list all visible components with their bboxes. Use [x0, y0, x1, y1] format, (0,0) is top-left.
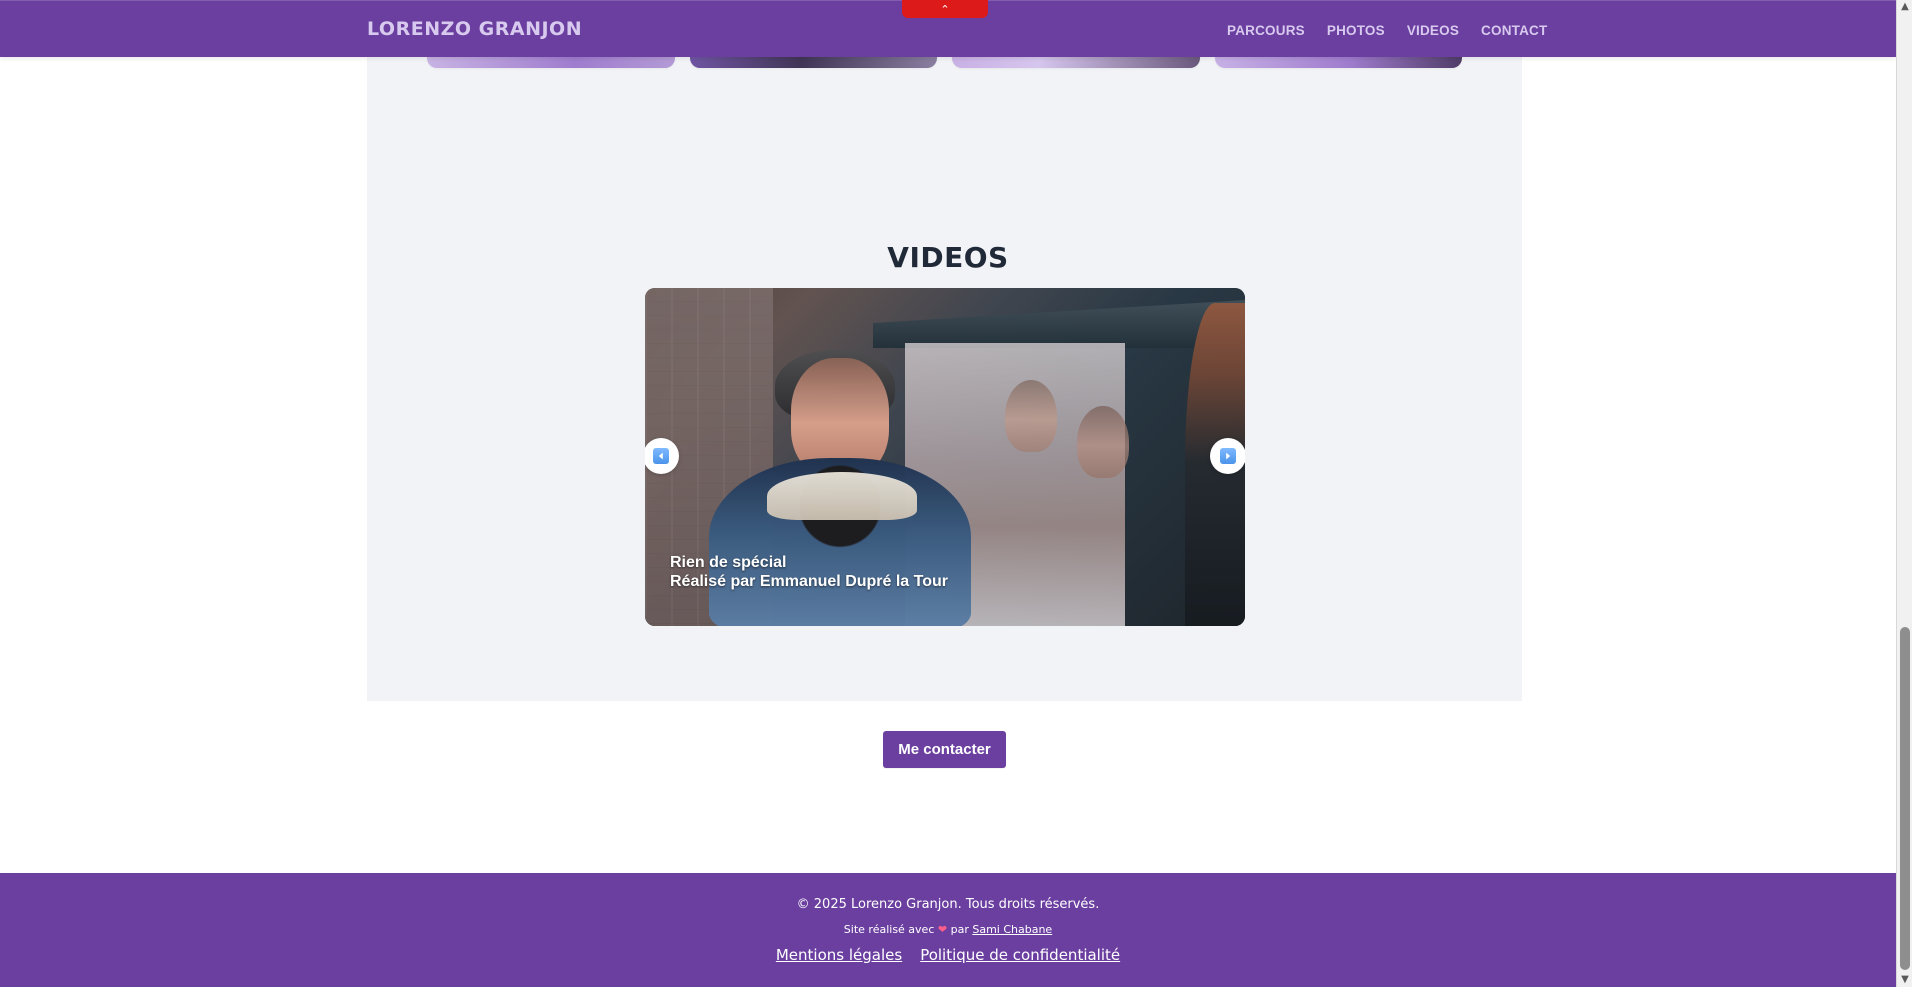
bus-shelter-roof	[873, 300, 1245, 348]
footer-link-legal[interactable]: Mentions légales	[776, 946, 902, 964]
video-credit: Réalisé par Emmanuel Dupré la Tour	[670, 573, 949, 590]
page: LORENZO GRANJON PARCOURS PHOTOS VIDEOS C…	[0, 0, 1896, 987]
footer-credit: Site réalisé avec ❤ par Sami Chabane	[0, 923, 1896, 936]
chevron-down-icon[interactable]: ▼	[1900, 975, 1910, 985]
chevron-up-icon[interactable]: ▲	[1900, 2, 1910, 12]
nav-item-photos[interactable]: PHOTOS	[1327, 23, 1385, 38]
billboard-face-left	[1005, 380, 1057, 452]
footer-made-middle: par	[950, 923, 969, 936]
footer-link-privacy[interactable]: Politique de confidentialité	[920, 946, 1120, 964]
main-nav: PARCOURS PHOTOS VIDEOS CONTACT	[1227, 20, 1547, 40]
video-caption: Rien de spécial Réalisé par Emmanuel Dup…	[670, 553, 948, 591]
nav-item-videos[interactable]: VIDEOS	[1407, 23, 1459, 38]
scroll-to-top-button[interactable]: ⌃	[902, 0, 988, 18]
chevron-right-icon	[1220, 448, 1236, 464]
site-brand[interactable]: LORENZO GRANJON	[367, 18, 582, 40]
videos-section-title: VIDEOS	[887, 241, 1009, 275]
footer-copyright: © 2025 Lorenzo Granjon. Tous droits rése…	[796, 897, 1100, 912]
chevron-left-icon	[653, 448, 669, 464]
footer-made-prefix: Site réalisé avec	[843, 923, 935, 936]
contact-button[interactable]: Me contacter	[883, 731, 1006, 768]
video-carousel[interactable]: Rien de spécial Réalisé par Emmanuel Dup…	[645, 288, 1245, 626]
scrollbar-thumb[interactable]	[1900, 627, 1910, 970]
vertical-scrollbar[interactable]: ▲ ▼	[1896, 0, 1912, 987]
site-footer: © 2025 Lorenzo Granjon. Tous droits rése…	[0, 873, 1896, 987]
heart-icon: ❤	[937, 923, 948, 936]
nav-item-parcours[interactable]: PARCOURS	[1227, 23, 1305, 38]
footer-author-link[interactable]: Sami Chabane	[972, 923, 1052, 936]
next-video-button[interactable]	[1210, 438, 1245, 474]
footer-links: Mentions légales Politique de confidenti…	[0, 946, 1896, 964]
jacket-collar	[767, 472, 917, 520]
chevron-up-icon: ⌃	[940, 2, 950, 16]
billboard-face-right	[1077, 406, 1129, 478]
nav-item-contact[interactable]: CONTACT	[1481, 23, 1547, 38]
video-title: Rien de spécial	[670, 554, 787, 571]
